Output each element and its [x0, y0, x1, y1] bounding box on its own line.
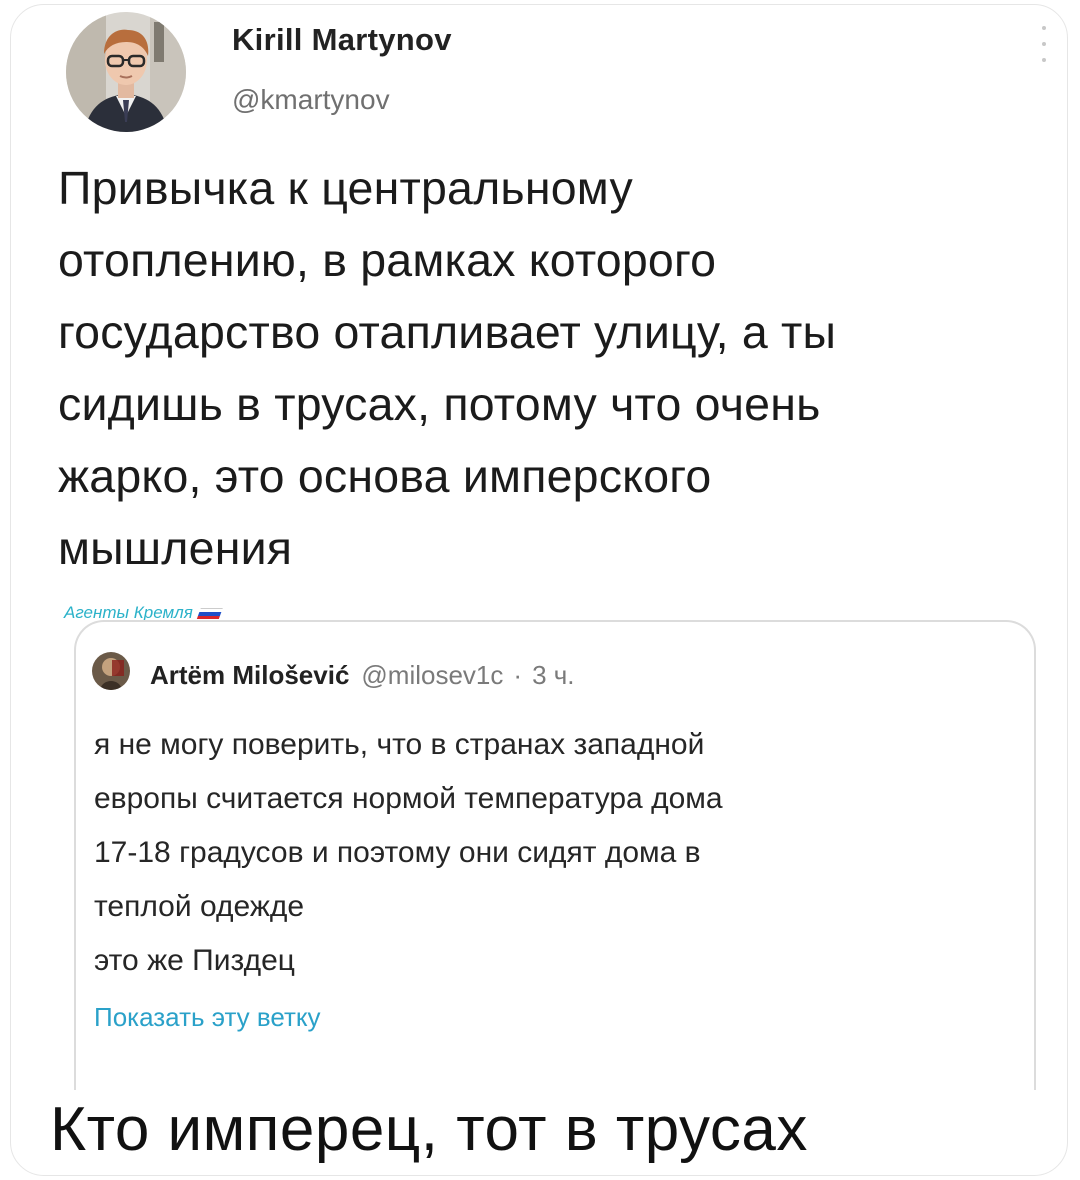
- quoted-tweet-text: я не могу поверить, что в странах западн…: [94, 718, 723, 988]
- tweet-text-line: отоплению, в рамках которого: [58, 234, 717, 286]
- quoted-text-line: это же Пиздец: [94, 944, 295, 977]
- tweet-text-line: мышления: [58, 522, 293, 574]
- quoted-tweet[interactable]: Artëm Milošević @milosev1c · 3 ч. я не м…: [74, 620, 1036, 1090]
- tweet-text-line: жарко, это основа имперского: [58, 450, 712, 502]
- quoted-author-avatar[interactable]: [92, 652, 130, 690]
- russian-flag-icon: [196, 608, 223, 619]
- author-name[interactable]: Kirill Martynov: [232, 22, 452, 58]
- meme-caption: Кто имперец, тот в трусах: [50, 1095, 808, 1164]
- author-avatar[interactable]: [66, 12, 186, 132]
- quoted-timestamp[interactable]: 3 ч.: [532, 660, 574, 691]
- quoted-author-name[interactable]: Artëm Milošević: [150, 660, 349, 691]
- tweet-text-line: Привычка к центральному: [58, 162, 633, 214]
- show-thread-link[interactable]: Показать эту ветку: [94, 1002, 321, 1033]
- quoted-tweet-header: Artëm Milošević @milosev1c · 3 ч.: [150, 660, 575, 691]
- tweet-text: Привычка к центральному отоплению, в рам…: [58, 152, 1068, 584]
- author-handle[interactable]: @kmartynov: [232, 84, 390, 116]
- quoted-text-line: я не могу поверить, что в странах западн…: [94, 728, 705, 761]
- more-dot: [1042, 42, 1046, 46]
- more-dot: [1042, 58, 1046, 62]
- quoted-author-handle[interactable]: @milosev1c: [361, 660, 503, 691]
- tweet-text-line: сидишь в трусах, потому что очень: [58, 378, 821, 430]
- tweet-text-line: государство отапливает улицу, а ты: [58, 306, 837, 358]
- quoted-text-line: 17-18 градусов и поэтому они сидят дома …: [94, 836, 701, 869]
- more-dot: [1042, 26, 1046, 30]
- header-separator: ·: [513, 660, 523, 690]
- quoted-text-line: теплой одежде: [94, 890, 305, 923]
- quoted-text-line: европы считается нормой температура дома: [94, 782, 723, 815]
- more-vertical-icon[interactable]: [1040, 26, 1048, 62]
